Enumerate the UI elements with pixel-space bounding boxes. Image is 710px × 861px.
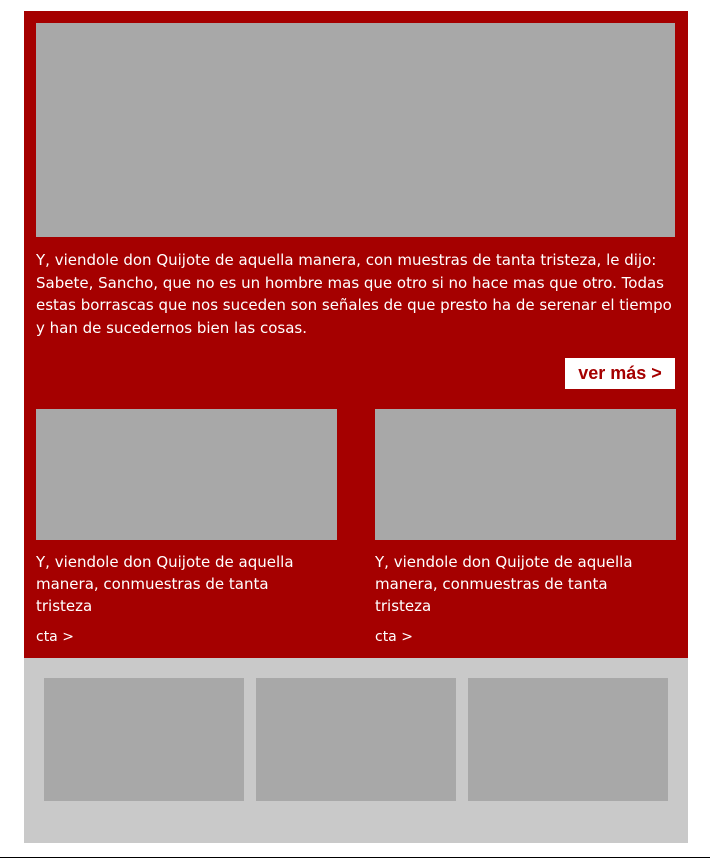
page-divider [0,857,710,858]
hero-image-placeholder[interactable] [36,23,675,237]
article-card: Y, viendole don Quijote de aquella maner… [375,409,676,647]
card-description: Y, viendole don Quijote de aquella maner… [36,553,294,615]
card-image-placeholder[interactable] [36,409,337,540]
thumbnail-placeholder[interactable] [468,678,668,801]
hero-description: Y, viendole don Quijote de aquella maner… [36,251,672,337]
card-image-placeholder[interactable] [375,409,676,540]
ver-mas-button[interactable]: ver más > [565,358,675,389]
article-card: Y, viendole don Quijote de aquella maner… [36,409,337,647]
card-description: Y, viendole don Quijote de aquella maner… [375,553,633,615]
thumbnail-placeholder[interactable] [44,678,244,801]
featured-section: Y, viendole don Quijote de aquella maner… [24,11,688,658]
thumbnail-placeholder[interactable] [256,678,456,801]
thumbnail-band [24,658,688,843]
card-cta-link[interactable]: cta > [375,627,676,647]
card-cta-link[interactable]: cta > [36,627,337,647]
